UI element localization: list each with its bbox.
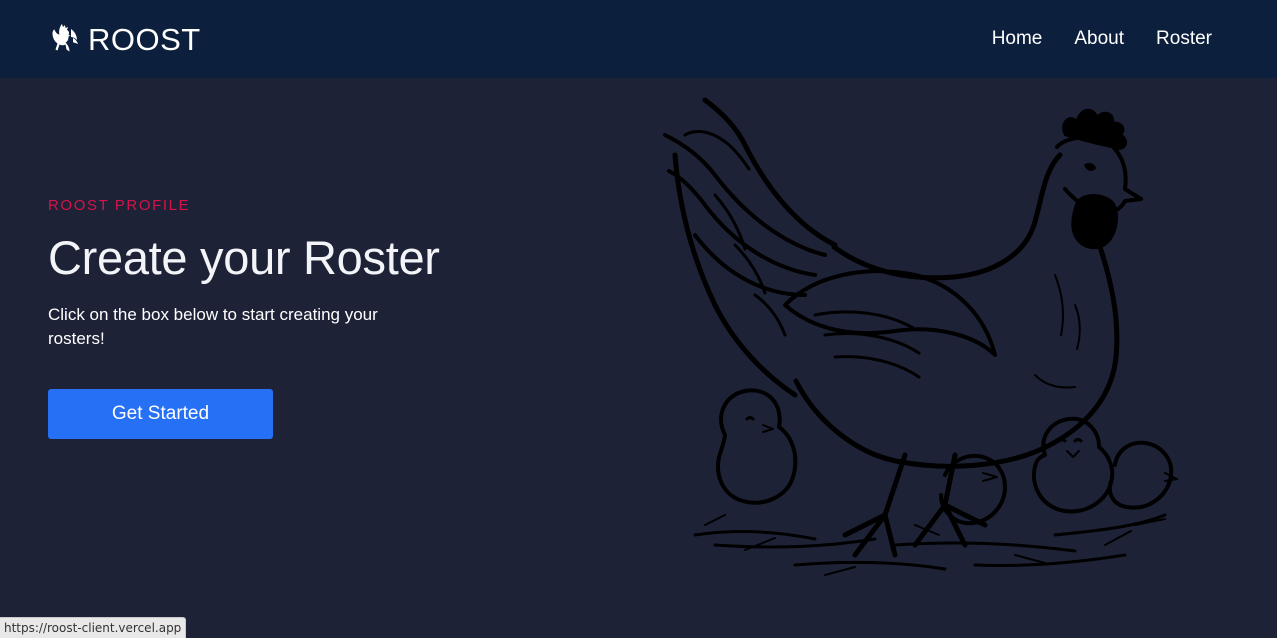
hero-description: Click on the box below to start creating… [48, 305, 378, 348]
brand-name: ROOST [88, 21, 201, 57]
status-bar-url: https://roost-client.vercel.app [0, 617, 187, 638]
nav-link-home[interactable]: Home [992, 26, 1043, 52]
hero-eyebrow: ROOST PROFILE [48, 197, 191, 214]
brand-link[interactable]: ROOST [50, 20, 201, 58]
navbar: ROOST Home About Roster [0, 0, 1277, 78]
page-title: Create your Roster [48, 231, 440, 284]
nav-link-roster[interactable]: Roster [1156, 26, 1212, 52]
hen-with-chicks-illustration [663, 97, 1178, 576]
hero-section: ROOST PROFILE Create your Roster Click o… [48, 196, 468, 351]
nav-link-about[interactable]: About [1074, 26, 1124, 52]
rooster-icon [52, 24, 78, 52]
main-nav: Home About Roster [992, 26, 1212, 52]
get-started-button[interactable]: Get Started [48, 389, 273, 439]
